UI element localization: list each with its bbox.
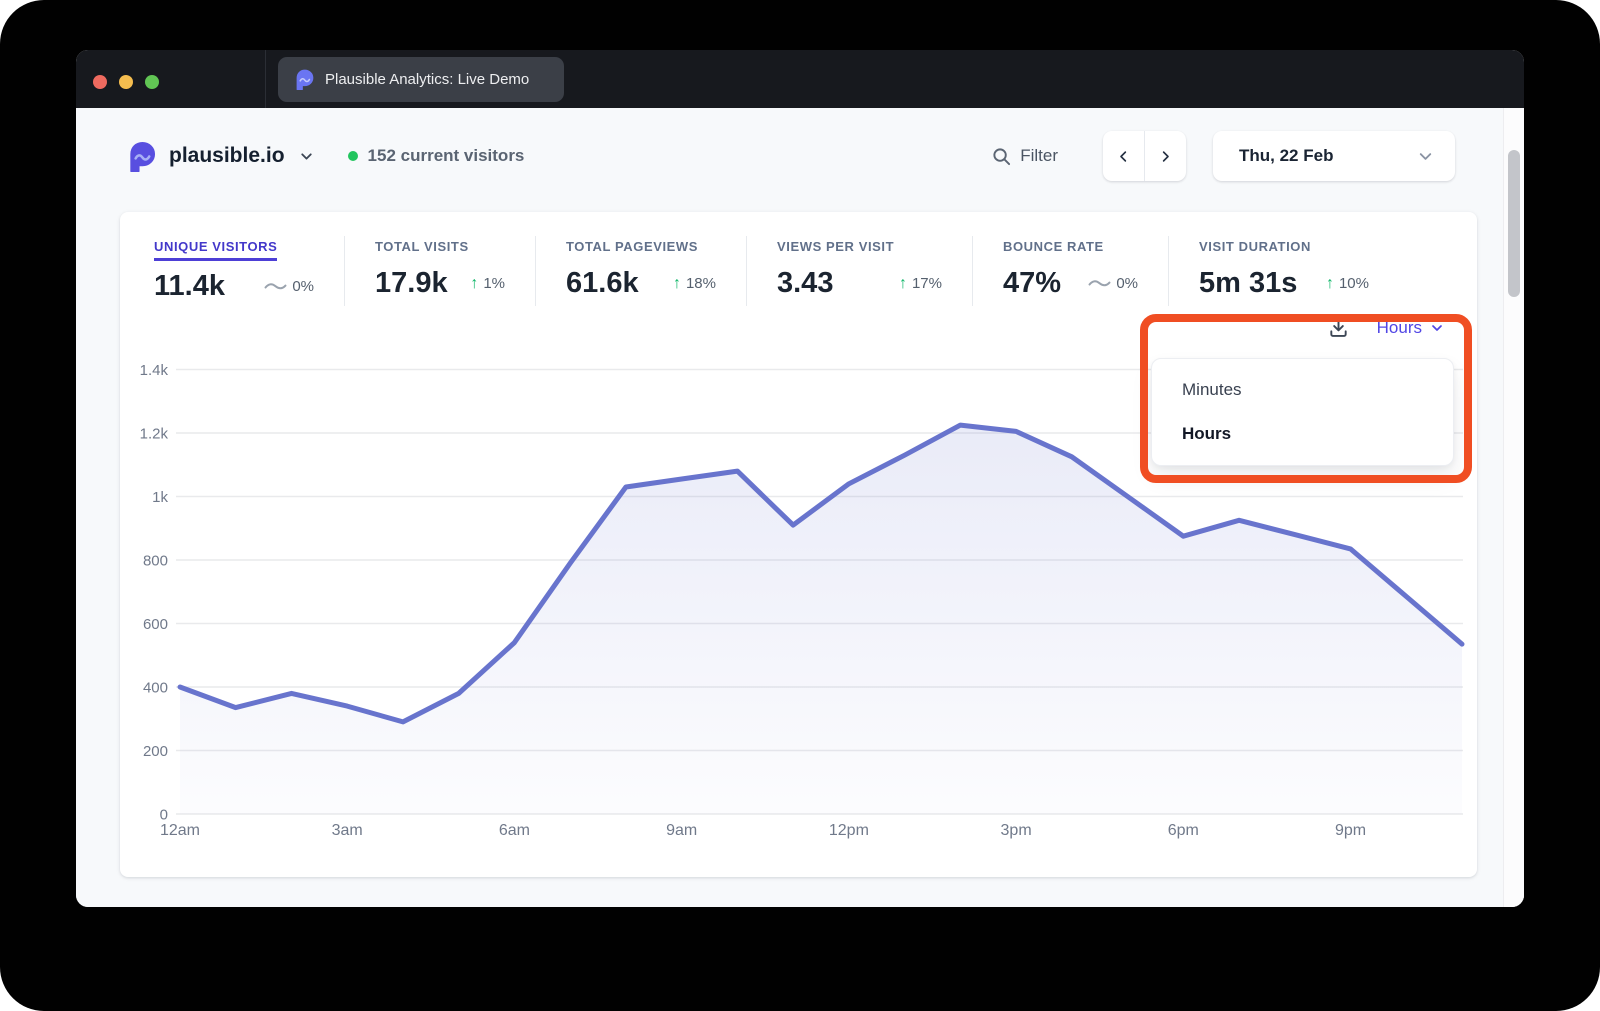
traffic-lights	[93, 75, 159, 89]
chevron-right-icon	[1158, 149, 1173, 164]
plausible-logo-icon	[125, 141, 156, 172]
current-visitors-label: 152 current visitors	[368, 146, 525, 166]
svg-text:1.2k: 1.2k	[140, 426, 169, 443]
svg-text:200: 200	[143, 743, 168, 760]
analytics-card: UNIQUE VISITORS 11.4k ↑ 0% TOTAL VISITS	[120, 212, 1477, 877]
stat-label: TOTAL VISITS	[375, 239, 469, 258]
svg-text:0: 0	[160, 807, 168, 824]
close-window-button[interactable]	[93, 75, 107, 89]
svg-text:12am: 12am	[160, 822, 200, 839]
stat-delta: ↑ 18%	[659, 275, 716, 292]
stat-label: VIEWS PER VISIT	[777, 239, 894, 258]
dashboard-page: plausible.io 152 current visitors Filter	[76, 108, 1524, 907]
stat-label: BOUNCE RATE	[1003, 239, 1104, 258]
svg-text:9am: 9am	[666, 822, 697, 839]
next-period-button[interactable]	[1145, 131, 1186, 181]
download-button[interactable]	[1327, 316, 1350, 339]
svg-text:600: 600	[143, 616, 168, 633]
browser-window: Plausible Analytics: Live Demo plausible…	[76, 50, 1524, 907]
stat-label: TOTAL PAGEVIEWS	[566, 239, 698, 258]
stat-bounce-rate[interactable]: BOUNCE RATE 47% ↑ 0%	[972, 236, 1168, 306]
stat-value: 61.6k	[566, 267, 639, 300]
screenshot-canvas: Plausible Analytics: Live Demo plausible…	[0, 0, 1600, 1011]
stat-delta: ↑ 0%	[250, 278, 314, 295]
top-stats: UNIQUE VISITORS 11.4k ↑ 0% TOTAL VISITS	[154, 236, 1399, 309]
zoom-window-button[interactable]	[145, 75, 159, 89]
flat-trend-icon	[264, 281, 287, 292]
scrollbar-thumb[interactable]	[1508, 150, 1520, 297]
svg-text:1.4k: 1.4k	[140, 362, 169, 379]
interval-menu: Minutes Hours	[1151, 358, 1454, 466]
svg-text:12pm: 12pm	[829, 822, 869, 839]
up-trend-icon: ↑	[470, 276, 478, 292]
filter-button[interactable]: Filter	[992, 146, 1058, 166]
svg-text:800: 800	[143, 553, 168, 570]
chevron-down-icon	[1429, 320, 1445, 336]
stat-value: 5m 31s	[1199, 267, 1297, 300]
menu-item-minutes[interactable]: Minutes	[1152, 368, 1453, 412]
download-icon	[1327, 316, 1350, 339]
date-picker-button[interactable]: Thu, 22 Feb	[1213, 131, 1455, 181]
search-icon	[992, 147, 1011, 166]
up-trend-icon: ↑	[1326, 276, 1334, 292]
tab-title: Plausible Analytics: Live Demo	[325, 71, 529, 88]
browser-titlebar: Plausible Analytics: Live Demo	[76, 50, 1524, 108]
interval-dropdown-button[interactable]: Hours	[1377, 318, 1445, 338]
site-header: plausible.io 152 current visitors Filter	[125, 131, 1455, 181]
minimize-window-button[interactable]	[119, 75, 133, 89]
previous-period-button[interactable]	[1103, 131, 1144, 181]
stat-total-visits[interactable]: TOTAL VISITS 17.9k ↑ 1%	[344, 236, 535, 306]
flat-trend-icon	[1088, 278, 1111, 289]
date-picker-label: Thu, 22 Feb	[1239, 146, 1333, 166]
svg-text:3am: 3am	[332, 822, 363, 839]
stat-delta: ↑ 1%	[456, 275, 505, 292]
stat-delta: ↑ 17%	[885, 275, 942, 292]
stat-delta: ↑ 10%	[1312, 275, 1369, 292]
filter-label: Filter	[1020, 146, 1058, 166]
site-switcher-chevron-down-icon[interactable]	[298, 148, 315, 165]
titlebar-separator	[265, 50, 266, 108]
chevron-down-icon	[1416, 147, 1435, 166]
stat-views-per-visit[interactable]: VIEWS PER VISIT 3.43 ↑ 17%	[746, 236, 972, 306]
stat-delta: ↑ 0%	[1074, 275, 1138, 292]
stat-value: 47%	[1003, 267, 1061, 300]
svg-text:6am: 6am	[499, 822, 530, 839]
stat-total-pageviews[interactable]: TOTAL PAGEVIEWS 61.6k ↑ 18%	[535, 236, 746, 306]
site-name: plausible.io	[169, 144, 285, 168]
svg-text:6pm: 6pm	[1168, 822, 1199, 839]
stat-label: UNIQUE VISITORS	[154, 239, 277, 261]
stat-value: 17.9k	[375, 267, 448, 300]
chart-toolbar: Hours	[1327, 316, 1445, 339]
live-dot-icon	[348, 151, 358, 161]
svg-text:1k: 1k	[152, 489, 168, 506]
current-visitors[interactable]: 152 current visitors	[348, 146, 525, 166]
chevron-left-icon	[1116, 149, 1131, 164]
browser-tab[interactable]: Plausible Analytics: Live Demo	[278, 57, 564, 102]
stat-value: 3.43	[777, 267, 833, 300]
up-trend-icon: ↑	[899, 276, 907, 292]
up-trend-icon: ↑	[673, 276, 681, 292]
date-nav	[1103, 131, 1186, 181]
stat-value: 11.4k	[154, 270, 225, 303]
stat-visit-duration[interactable]: VISIT DURATION 5m 31s ↑ 10%	[1168, 236, 1399, 306]
stat-label: VISIT DURATION	[1199, 239, 1311, 258]
svg-text:3pm: 3pm	[1001, 822, 1032, 839]
stat-unique-visitors[interactable]: UNIQUE VISITORS 11.4k ↑ 0%	[154, 236, 344, 309]
menu-item-hours[interactable]: Hours	[1152, 412, 1453, 456]
svg-text:9pm: 9pm	[1335, 822, 1366, 839]
svg-text:400: 400	[143, 680, 168, 697]
scrollbar-track[interactable]	[1503, 108, 1524, 907]
interval-label: Hours	[1377, 318, 1422, 338]
favicon-plausible-logo-icon	[293, 69, 314, 90]
